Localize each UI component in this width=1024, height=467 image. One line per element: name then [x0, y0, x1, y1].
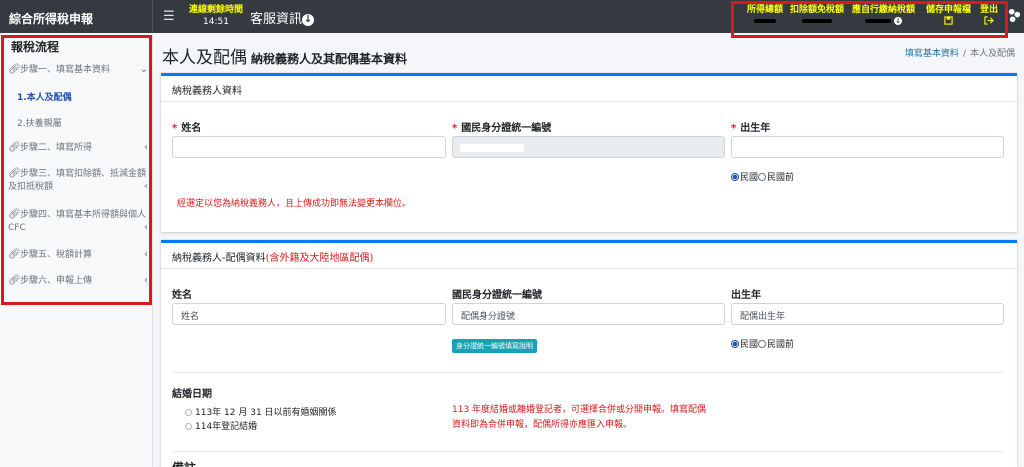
breadcrumb-link-basic-info[interactable]: 填寫基本資料	[905, 49, 959, 59]
app-brand[interactable]: 綜合所得稅申報	[0, 0, 153, 33]
sidebar-step-2-label: 步驟二、填寫所得	[20, 143, 93, 153]
sidebar-step-3[interactable]: 🔗︎步驟三、填寫扣除額、抵減金額及扣抵稅額 ‹	[8, 167, 148, 194]
spouse-birth-input[interactable]: 配偶出生年	[731, 303, 1004, 325]
spouse-era-radio-group: 民國 民國前	[731, 337, 794, 350]
breadcrumb: 填寫基本資料 / 本人及配偶	[904, 49, 1015, 59]
taxpayer-id-label: * 國民身分證統一編號	[452, 123, 552, 134]
spouse-name-input[interactable]: 姓名	[172, 303, 446, 325]
divider	[172, 372, 1004, 373]
customer-service-label: 客服資訊	[250, 12, 303, 27]
sidebar-step-3-label: 步驟三、填寫扣除額、抵減金額及扣抵稅額	[8, 169, 147, 192]
sidebar-step-6-label: 步驟六、申報上傳	[20, 276, 93, 286]
remarks-title: 備註	[172, 459, 196, 467]
customer-service-link[interactable]: 客服資訊 ↓	[250, 8, 315, 27]
sidebar-title: 報稅流程	[11, 40, 60, 54]
sidebar-step-1-label: 步驟一、填寫基本資料	[20, 65, 111, 75]
link-icon: 🔗︎	[8, 168, 21, 179]
top-navbar: 綜合所得稅申報 ☰ 連線剩餘時間 14:51 客服資訊 ↓ 所得總額 扣除額免稅額…	[0, 0, 1024, 38]
arrow-down-circle-icon: ↓	[302, 14, 315, 26]
era-radio-roc[interactable]	[731, 340, 739, 348]
chevron-left-icon: ‹	[144, 275, 148, 286]
taxpayer-id-input	[452, 136, 725, 158]
sidebar-step-4[interactable]: 🔗︎步驟四、填寫基本所得額與個人CFC ‹	[8, 208, 148, 235]
spouse-card-header: 納稅義務人-配偶資料(含外籍及大陸地區配偶)	[161, 243, 1017, 269]
page-title-text: 本人及配偶	[162, 48, 247, 68]
breadcrumb-current: 本人及配偶	[969, 49, 1015, 59]
chevron-down-icon: ⌄	[139, 64, 148, 75]
divider	[172, 451, 1004, 452]
session-timer: 連線剩餘時間 14:51	[186, 4, 246, 28]
link-icon: 🔗︎	[8, 209, 21, 220]
page-title: 本人及配偶 納稅義務人及其配偶基本資料	[162, 43, 407, 68]
chevron-left-icon: ‹	[144, 222, 148, 233]
chevron-left-icon: ‹	[144, 142, 148, 153]
era-radio-roc[interactable]	[731, 173, 739, 181]
session-timer-label: 連線剩餘時間	[188, 5, 243, 15]
marriage-option-before[interactable]: 113年 12 月 31 日以前有婚姻關係	[185, 405, 337, 418]
link-icon: 🔗︎	[8, 64, 21, 75]
sidebar-step-6[interactable]: 🔗︎步驟六、申報上傳 ‹	[8, 274, 148, 288]
user-avatar-icon[interactable]	[1007, 8, 1022, 23]
sidebar-step-5-label: 步驟五、稅額計算	[20, 250, 93, 260]
taxpayer-card: 納稅義務人資料 * 姓名 * 國民身分證統一編號 * 出生年 民國 民國前 經選定以您為…	[161, 73, 1017, 232]
link-icon: 🔗︎	[8, 142, 21, 153]
spouse-card-title: 納稅義務人-配偶資料	[172, 253, 266, 264]
sidebar-step-4-label: 步驟四、填寫基本所得額與個人CFC	[8, 210, 147, 233]
marriage-date-label: 結婚日期	[172, 389, 212, 400]
marriage-notice: 113 年度結婚或離婚登記者，可選擇合併或分開申報。填寫配偶 資料即為合併申報，配…	[452, 405, 707, 430]
marriage-radio-before[interactable]	[185, 409, 192, 416]
link-icon: 🔗︎	[8, 275, 21, 286]
era-radio-pre-roc[interactable]	[758, 173, 767, 181]
taxpayer-birth-label: * 出生年	[731, 123, 771, 134]
sidebar-step-1[interactable]: 🔗︎步驟一、填寫基本資料 ⌄	[8, 63, 148, 77]
taxpayer-notice: 經選定以您為納稅義務人，且上傳成功即無法變更本欄位。	[177, 199, 412, 209]
hamburger-menu-icon[interactable]: ☰	[163, 9, 175, 24]
taxpayer-birth-input[interactable]	[731, 136, 1004, 158]
session-timer-value: 14:51	[203, 17, 229, 27]
chevron-left-icon: ‹	[144, 181, 148, 192]
top-menu-highlight-box	[731, 1, 1008, 38]
redacted-id-value	[460, 144, 524, 152]
marriage-radio-new[interactable]	[185, 423, 192, 430]
id-help-badge[interactable]: 身分證統一編號填寫說明	[452, 339, 537, 353]
sidebar-step-5[interactable]: 🔗︎步驟五、稅額計算 ‹	[8, 248, 148, 262]
sidebar-item-dependents[interactable]: 2.扶養親屬	[17, 116, 62, 129]
spouse-birth-label: 出生年	[731, 290, 761, 301]
taxpayer-name-label: * 姓名	[172, 123, 202, 134]
sidebar-step-2[interactable]: 🔗︎步驟二、填寫所得 ‹	[8, 141, 148, 155]
page-subtitle: 納稅義務人及其配偶基本資料	[251, 52, 408, 66]
link-icon: 🔗︎	[8, 249, 21, 260]
spouse-name-label: 姓名	[172, 290, 192, 301]
sidebar-item-self-and-spouse[interactable]: 1.本人及配偶	[17, 90, 72, 103]
taxpayer-name-input[interactable]	[172, 136, 446, 158]
spouse-id-label: 國民身分證統一編號	[452, 290, 542, 301]
sidebar: 報稅流程 🔗︎步驟一、填寫基本資料 ⌄ 1.本人及配偶 2.扶養親屬 🔗︎步驟二…	[0, 33, 153, 467]
taxpayer-era-radio-group: 民國 民國前	[731, 170, 794, 183]
taxpayer-card-header: 納稅義務人資料	[161, 76, 1017, 102]
era-radio-pre-roc[interactable]	[758, 340, 767, 348]
marriage-option-new[interactable]: 114年登記結婚	[185, 419, 257, 432]
spouse-card-title-note: (含外籍及大陸地區配偶)	[265, 253, 374, 264]
spouse-id-input[interactable]: 配偶身分證號	[452, 303, 725, 325]
taxpayer-card-title: 納稅義務人資料	[172, 86, 242, 97]
spouse-card: 納稅義務人-配偶資料(含外籍及大陸地區配偶) 姓名 國民身分證統一編號 出生年 …	[161, 240, 1017, 467]
chevron-left-icon: ‹	[144, 249, 148, 260]
